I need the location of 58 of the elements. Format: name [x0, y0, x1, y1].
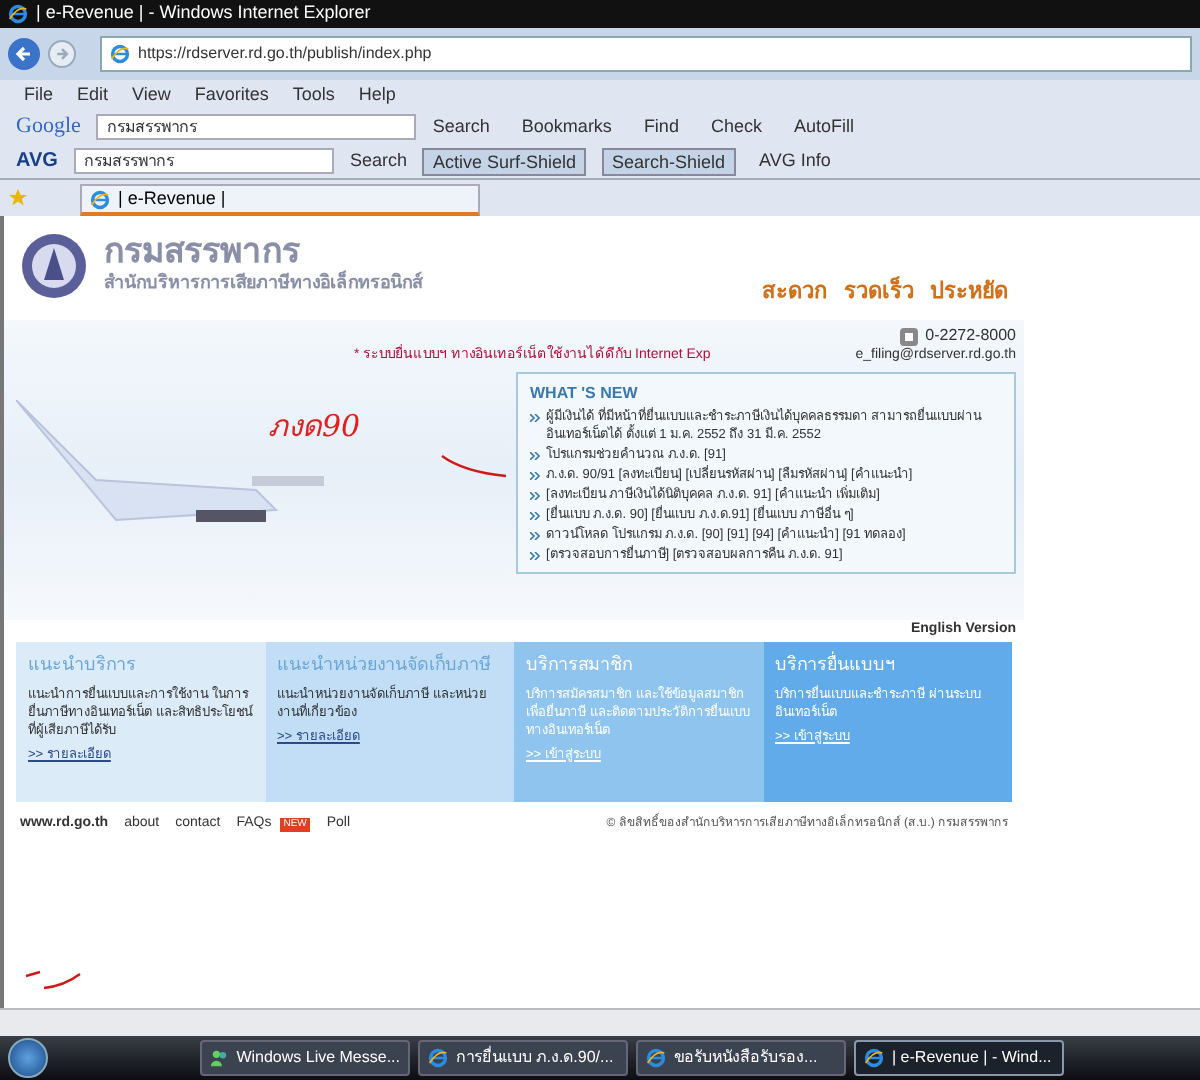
double-chevron-icon	[530, 512, 540, 520]
taskbar-button[interactable]: | e-Revenue | - Wind...	[854, 1040, 1064, 1076]
browser-icon	[110, 44, 130, 64]
org-unit: สำนักบริหารการเสียภาษีทางอิเล็กทรอนิกส์	[104, 270, 422, 297]
taskbar-button[interactable]: Windows Live Messe...	[200, 1040, 410, 1076]
toolbar-button[interactable]: AutoFill	[793, 113, 854, 141]
menu-item[interactable]: Favorites	[194, 81, 269, 109]
back-button[interactable]	[8, 38, 40, 70]
start-button[interactable]	[8, 1038, 48, 1078]
browser-icon	[8, 4, 28, 24]
avg-search-field[interactable]: กรมสรรพากร	[73, 148, 334, 174]
tab-label: | e-Revenue |	[118, 185, 226, 212]
handwritten-line	[440, 452, 508, 480]
menu-item[interactable]: Tools	[292, 81, 335, 109]
window-title: | e-Revenue | - Windows Internet Explorer	[36, 0, 371, 27]
org-name: กรมสรรพากร	[104, 234, 300, 271]
scribble-mark	[24, 968, 84, 992]
double-chevron-icon	[530, 452, 540, 460]
phone-number: 0-2272-8000	[925, 324, 1016, 347]
google-logo: Google	[16, 112, 81, 143]
people-icon	[210, 1048, 229, 1068]
handwritten-note: ภงด90	[268, 406, 361, 448]
browser-icon	[864, 1048, 884, 1068]
search-button[interactable]: Search	[349, 147, 407, 175]
emblem-icon	[20, 232, 88, 300]
menu-item[interactable]: View	[132, 81, 171, 109]
double-chevron-icon	[530, 414, 540, 422]
taskbar-button[interactable]: การยื่นแบบ ภ.ง.ด.90/...	[418, 1040, 628, 1076]
slogan: สะดวก	[762, 278, 828, 308]
toolbar-button[interactable]: AVG Info	[751, 147, 839, 175]
search-button[interactable]: Search	[432, 113, 490, 141]
toolbar-button[interactable]: Check	[710, 113, 762, 141]
browser-icon	[646, 1048, 666, 1068]
favorites-star-icon[interactable]	[8, 188, 28, 208]
forward-arrow-icon	[54, 46, 70, 62]
browser-tab[interactable]: | e-Revenue |	[80, 184, 480, 216]
toolbar-button[interactable]: Bookmarks	[521, 113, 612, 141]
url-text: https://rdserver.rd.go.th/publish/index.php	[138, 42, 432, 66]
toolbar-button[interactable]: Search-Shield	[602, 147, 736, 175]
taskbar-button[interactable]: ขอรับหนังสือรับรอง...	[636, 1040, 846, 1076]
avg-logo: AVG	[16, 148, 58, 176]
browser-icon	[428, 1048, 448, 1068]
double-chevron-icon	[530, 492, 540, 500]
google-search-field[interactable]: กรมสรรพากร	[96, 114, 417, 140]
double-chevron-icon	[530, 552, 540, 560]
toolbar-button[interactable]: Active Surf-Shield	[422, 147, 586, 175]
toolbar-button[interactable]: Find	[643, 113, 679, 141]
back-arrow-icon	[14, 44, 34, 64]
whats-new-title: WHAT 'S NEW	[530, 382, 640, 406]
address-field[interactable]: https://rdserver.rd.go.th/publish/index.php	[100, 36, 1192, 72]
double-chevron-icon	[530, 532, 540, 540]
menu-item[interactable]: File	[24, 81, 54, 109]
browser-icon	[90, 189, 110, 209]
menu-item[interactable]: Edit	[77, 81, 109, 109]
menu-item[interactable]: Help	[358, 81, 396, 109]
slogan: รวดเร็ว	[844, 276, 914, 308]
double-chevron-icon	[530, 472, 540, 480]
slogan: ประหยัด	[930, 277, 1008, 308]
